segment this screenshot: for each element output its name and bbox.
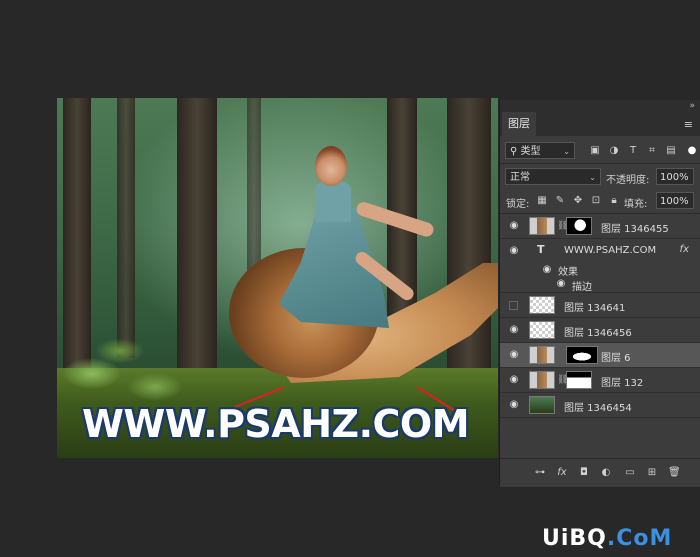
tree-trunk bbox=[117, 98, 135, 358]
fill-value: 100% bbox=[660, 196, 689, 207]
filter-row: ⚲ 类型 ⌄ ▣ ◑ T ⌗ ▤ ● bbox=[500, 140, 700, 162]
layer-thumbnail bbox=[529, 296, 555, 314]
filter-smart-object-icon[interactable]: ▤ bbox=[665, 145, 677, 157]
tab-layers[interactable]: 图层 bbox=[502, 112, 536, 136]
layer-row[interactable]: ◉ 图层 1346456 bbox=[500, 318, 700, 343]
visibility-eye-icon[interactable]: ◉ bbox=[507, 350, 521, 360]
filter-toggle-icon[interactable]: ● bbox=[686, 145, 698, 157]
layer-name: 图层 1346456 bbox=[564, 328, 632, 339]
stroke-effect-row[interactable]: ◉ 描边 bbox=[500, 277, 700, 293]
visibility-eye-icon[interactable]: ◉ bbox=[507, 221, 521, 231]
tree-trunk bbox=[447, 98, 491, 398]
folder-icon[interactable]: ▭ bbox=[624, 467, 636, 479]
new-layer-icon[interactable]: ⊞ bbox=[646, 467, 658, 479]
opacity-label: 不透明度: bbox=[606, 175, 650, 186]
filter-kind-select[interactable]: ⚲ 类型 ⌄ bbox=[505, 142, 575, 159]
layers-panel: » 图层 ≡ ⚲ 类型 ⌄ ▣ ◑ T ⌗ ▤ ● 正常 ⌄ 不透明度: 100… bbox=[499, 100, 700, 487]
woman-head bbox=[315, 146, 347, 186]
divider bbox=[500, 163, 700, 164]
site-logo-part: .CoM bbox=[606, 526, 673, 551]
mask-icon[interactable]: ◘ bbox=[578, 467, 590, 479]
layer-row-text[interactable]: ◉ T WWW.PSAHZ.COM fx bbox=[500, 239, 700, 263]
visibility-toggle-empty[interactable] bbox=[509, 301, 518, 310]
panel-title-bar[interactable]: » bbox=[500, 100, 700, 112]
chevron-down-icon: ⌄ bbox=[563, 147, 570, 156]
layer-thumbnail bbox=[529, 396, 555, 414]
stroke-effect-label: 描边 bbox=[572, 282, 592, 293]
panel-footer: ⊶ fx ◘ ◐ ▭ ⊞ 🗑︎ bbox=[500, 458, 700, 487]
layer-name: WWW.PSAHZ.COM bbox=[564, 245, 657, 256]
lock-paint-icon[interactable]: ✎ bbox=[554, 195, 566, 207]
visibility-eye-icon[interactable]: ◉ bbox=[554, 279, 568, 289]
opacity-value: 100% bbox=[660, 172, 689, 183]
layer-row-selected[interactable]: ◉ 图层 6 bbox=[500, 343, 700, 368]
layer-name: 图层 6 bbox=[601, 353, 631, 364]
visibility-eye-icon[interactable]: ◉ bbox=[507, 246, 521, 256]
visibility-eye-icon[interactable]: ◉ bbox=[507, 400, 521, 410]
layer-row[interactable]: ◉ 图层 1346454 bbox=[500, 393, 700, 418]
layer-mask-thumbnail[interactable] bbox=[566, 217, 592, 235]
layer-row[interactable]: ◉ ⛓ 图层 1346455 bbox=[500, 214, 700, 239]
layer-row[interactable]: ◉ ⛓ 图层 132 bbox=[500, 368, 700, 393]
site-logo-part: UiBQ bbox=[542, 526, 607, 551]
filter-shape-icon[interactable]: ⌗ bbox=[646, 145, 658, 157]
blend-mode-select[interactable]: 正常 ⌄ bbox=[505, 168, 601, 185]
blend-mode-label: 正常 bbox=[510, 172, 530, 183]
fill-label: 填充: bbox=[624, 199, 648, 210]
lock-artboard-icon[interactable]: ⊡ bbox=[590, 195, 602, 207]
layer-name: 图层 132 bbox=[601, 378, 644, 389]
woman-torso bbox=[315, 182, 351, 222]
filter-kind-label: 类型 bbox=[520, 146, 541, 157]
layer-thumbnail bbox=[529, 371, 555, 389]
filter-type-icon[interactable]: T bbox=[627, 145, 639, 157]
watermark-text: WWW.PSAHZ.COM bbox=[82, 402, 470, 446]
fx-icon[interactable]: fx bbox=[556, 467, 568, 479]
collapse-panel-icon[interactable]: » bbox=[689, 100, 695, 112]
layer-name: 图层 1346454 bbox=[564, 403, 632, 414]
visibility-eye-icon[interactable]: ◉ bbox=[507, 325, 521, 335]
filter-adjustment-icon[interactable]: ◑ bbox=[608, 145, 620, 157]
fx-icon[interactable]: fx bbox=[680, 244, 689, 255]
fill-input[interactable]: 100% bbox=[656, 192, 694, 209]
blend-row: 正常 ⌄ 不透明度: 100% bbox=[500, 166, 700, 188]
visibility-eye-icon[interactable]: ◉ bbox=[540, 265, 554, 275]
trash-icon[interactable]: 🗑︎ bbox=[668, 467, 681, 479]
document-canvas[interactable]: WWW.PSAHZ.COM bbox=[57, 98, 498, 458]
lock-all-icon[interactable]: 🔒︎ bbox=[608, 195, 620, 207]
layer-name: 图层 134641 bbox=[564, 303, 626, 314]
layer-mask-thumbnail[interactable] bbox=[566, 346, 598, 364]
panel-tab-bar: 图层 ≡ bbox=[500, 112, 700, 136]
effects-label: 效果 bbox=[558, 267, 578, 278]
search-icon: ⚲ bbox=[510, 146, 521, 157]
layer-thumbnail bbox=[529, 346, 555, 364]
opacity-input[interactable]: 100% bbox=[656, 168, 694, 185]
adjustment-icon[interactable]: ◐ bbox=[600, 467, 612, 479]
lock-position-icon[interactable]: ✥ bbox=[572, 195, 584, 207]
filter-pixel-icon[interactable]: ▣ bbox=[589, 145, 601, 157]
layer-row[interactable]: 图层 134641 bbox=[500, 293, 700, 318]
layer-mask-thumbnail[interactable] bbox=[566, 371, 592, 389]
lock-label: 锁定: bbox=[506, 199, 530, 210]
layer-thumbnail bbox=[529, 217, 555, 235]
lock-row: 锁定: ▦ ✎ ✥ ⊡ 🔒︎ 填充: 100% bbox=[500, 190, 700, 212]
effects-row[interactable]: ◉ 效果 bbox=[500, 263, 700, 279]
site-logo: UiBQ.CoM bbox=[542, 526, 672, 551]
visibility-eye-icon[interactable]: ◉ bbox=[507, 375, 521, 385]
lock-transparent-icon[interactable]: ▦ bbox=[536, 195, 548, 207]
layer-name: 图层 1346455 bbox=[601, 224, 669, 235]
link-icon[interactable]: ⊶ bbox=[534, 467, 546, 479]
panel-menu-icon[interactable]: ≡ bbox=[684, 118, 693, 131]
chevron-down-icon: ⌄ bbox=[589, 173, 596, 182]
text-layer-icon: T bbox=[537, 243, 545, 256]
layer-thumbnail bbox=[529, 321, 555, 339]
